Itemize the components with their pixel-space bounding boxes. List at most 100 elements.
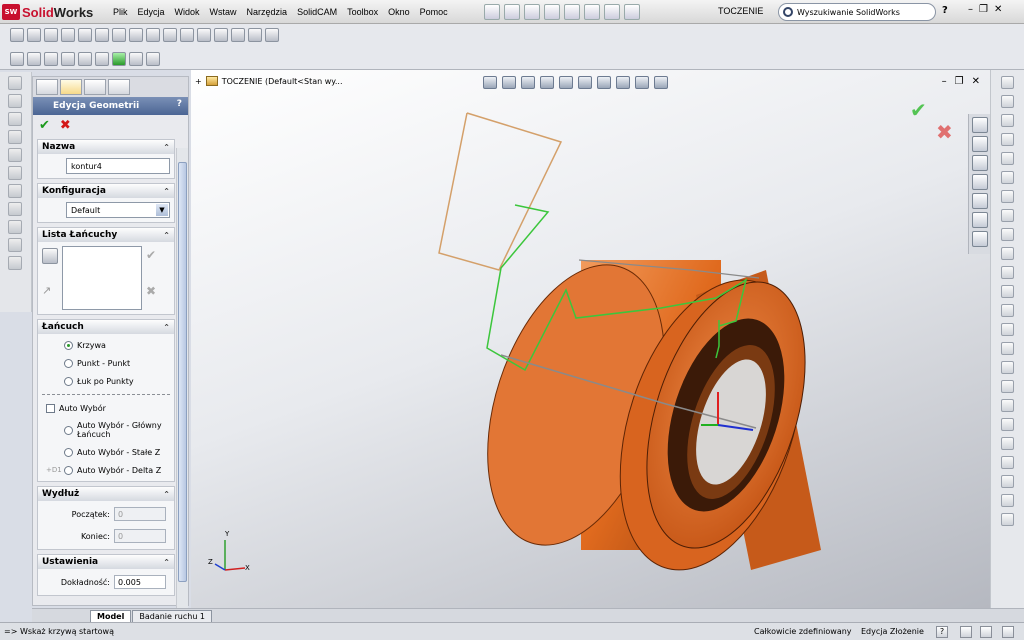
toolbar-icon-8[interactable] xyxy=(129,28,143,42)
left-tool-icon-7[interactable] xyxy=(8,184,22,198)
design-library-icon[interactable] xyxy=(972,155,988,171)
left-tool-icon-1[interactable] xyxy=(8,76,22,90)
pick-arrow-icon[interactable]: ↗ xyxy=(42,284,58,300)
resources-icon[interactable] xyxy=(972,136,988,152)
line-icon[interactable] xyxy=(1001,114,1014,127)
toolbar-icon-7[interactable] xyxy=(112,28,126,42)
toolbar-icon-6[interactable] xyxy=(95,28,109,42)
ok-button[interactable]: ✔ xyxy=(39,118,50,133)
collapse-icon[interactable]: ⌃ xyxy=(163,187,170,196)
name-input[interactable]: kontur4 xyxy=(66,158,170,174)
rectangle-icon[interactable] xyxy=(1001,133,1014,146)
left-tool-icon-11[interactable] xyxy=(8,256,22,270)
toolbar-icon-5[interactable] xyxy=(78,28,92,42)
solidcam-icon-4[interactable] xyxy=(61,52,75,66)
graphics-area[interactable]: + TOCZENIE (Default<Stan wy... – ❐ ✕ ✔ ✖… xyxy=(191,70,990,610)
solidcam-icon-6[interactable] xyxy=(95,52,109,66)
zoom-area-icon[interactable] xyxy=(502,76,516,89)
chevron-down-icon[interactable]: ▼ xyxy=(156,204,168,216)
fillet-icon[interactable] xyxy=(1001,266,1014,279)
point-icon[interactable] xyxy=(1001,285,1014,298)
radio-punkt-punkt[interactable]: Punkt - Punkt xyxy=(42,354,170,372)
scene-icon[interactable] xyxy=(635,76,649,89)
group-header[interactable]: Wydłuż ⌃ xyxy=(38,487,174,501)
menu-item-wstaw[interactable]: Wstaw xyxy=(205,7,242,17)
status-icon-3[interactable] xyxy=(980,626,992,638)
trim-icon[interactable] xyxy=(1001,342,1014,355)
left-tool-icon-3[interactable] xyxy=(8,112,22,126)
view-orientation-icon[interactable] xyxy=(559,76,573,89)
radio-auto-glowny[interactable]: Auto Wybór - Główny Łańcuch xyxy=(42,417,170,443)
tree-label[interactable]: TOCZENIE (Default<Stan wy... xyxy=(222,77,343,86)
appearances-icon[interactable] xyxy=(972,231,988,247)
radio-auto-stale-z[interactable]: Auto Wybór - Stałe Z xyxy=(42,443,170,461)
section-view-icon[interactable] xyxy=(540,76,554,89)
feature-tree-tab[interactable] xyxy=(36,79,58,95)
toolbar-icon-13[interactable] xyxy=(214,28,228,42)
accept-chain-icon[interactable]: ✔ xyxy=(146,248,162,264)
search-box[interactable]: Wyszukiwanie SolidWorks xyxy=(778,3,936,21)
toolbar-icon-2[interactable] xyxy=(27,28,41,42)
minimize-icon[interactable]: – xyxy=(968,4,973,15)
toolbar-icon-15[interactable] xyxy=(248,28,262,42)
status-icon-4[interactable] xyxy=(1002,626,1014,638)
toolbar-icon-9[interactable] xyxy=(146,28,160,42)
sketch-icon[interactable] xyxy=(1001,76,1014,89)
configuration-select[interactable]: Default ▼ xyxy=(66,202,170,218)
group-header[interactable]: Łańcuch ⌃ xyxy=(38,320,174,334)
repair-sketch-icon[interactable] xyxy=(1001,475,1014,488)
left-tool-icon-9[interactable] xyxy=(8,220,22,234)
collapse-icon[interactable]: ⌃ xyxy=(163,231,170,240)
spell-check-icon[interactable] xyxy=(10,28,24,42)
status-help-icon[interactable]: ? xyxy=(936,626,948,638)
scroll-thumb[interactable] xyxy=(178,162,187,582)
home-icon[interactable] xyxy=(972,117,988,133)
auto-select-checkbox[interactable]: Auto Wybór xyxy=(42,399,170,417)
new-document-icon[interactable] xyxy=(484,4,500,20)
view-settings-icon[interactable] xyxy=(654,76,668,89)
radio-luk-po-punkty[interactable]: Łuk po Punkty xyxy=(42,372,170,390)
open-file-icon[interactable] xyxy=(504,4,520,20)
left-tool-icon-4[interactable] xyxy=(8,130,22,144)
radio-auto-delta-z[interactable]: +D1 Auto Wybór - Delta Z xyxy=(42,461,170,479)
left-tool-icon-6[interactable] xyxy=(8,166,22,180)
precision-input[interactable]: 0.005 xyxy=(114,575,166,589)
left-tool-icon-8[interactable] xyxy=(8,202,22,216)
display-style-icon[interactable] xyxy=(578,76,592,89)
expand-icon[interactable]: + xyxy=(195,77,202,86)
panel-help-button[interactable]: ? xyxy=(177,99,182,109)
select-arrow-icon[interactable] xyxy=(584,4,600,20)
radio-krzywa[interactable]: Krzywa xyxy=(42,336,170,354)
solidcam-icon-8[interactable] xyxy=(129,52,143,66)
ellipse-icon[interactable] xyxy=(1001,247,1014,260)
smart-dimension-icon[interactable] xyxy=(1001,95,1014,108)
spline-icon[interactable] xyxy=(1001,228,1014,241)
collapse-icon[interactable]: ⌃ xyxy=(163,558,170,567)
menu-item-pomoc[interactable]: Pomoc xyxy=(415,7,453,17)
hide-show-icon[interactable] xyxy=(597,76,611,89)
solidcam-icon-1[interactable] xyxy=(10,52,24,66)
tab-motion-study[interactable]: Badanie ruchu 1 xyxy=(132,610,213,622)
toolbar-icon-14[interactable] xyxy=(231,28,245,42)
group-header[interactable]: Konfiguracja ⌃ xyxy=(38,184,174,198)
toolbar-icon-12[interactable] xyxy=(197,28,211,42)
view-palette-icon[interactable] xyxy=(972,212,988,228)
toolbar-icon-16[interactable] xyxy=(265,28,279,42)
panel-scrollbar[interactable] xyxy=(176,148,188,608)
close-icon[interactable]: ✕ xyxy=(994,4,1002,15)
toolbar-icon-10[interactable] xyxy=(163,28,177,42)
collapse-icon[interactable]: ⌃ xyxy=(163,323,170,332)
start-input[interactable]: 0 xyxy=(114,507,166,521)
reject-chain-icon[interactable]: ✖ xyxy=(146,284,162,300)
confirm-cancel-button[interactable]: ✖ xyxy=(936,120,953,144)
polygon-icon[interactable] xyxy=(1001,171,1014,184)
collapse-icon[interactable]: ⌃ xyxy=(163,143,170,152)
relations-icon[interactable] xyxy=(1001,456,1014,469)
mirror-icon[interactable] xyxy=(1001,399,1014,412)
tab-model[interactable]: Model xyxy=(90,610,132,622)
close-icon[interactable]: ✕ xyxy=(972,76,980,87)
green-cube-icon[interactable] xyxy=(112,52,126,66)
cancel-button[interactable]: ✖ xyxy=(60,118,71,133)
file-explorer-icon[interactable] xyxy=(972,174,988,190)
confirm-ok-button[interactable]: ✔ xyxy=(910,98,927,122)
